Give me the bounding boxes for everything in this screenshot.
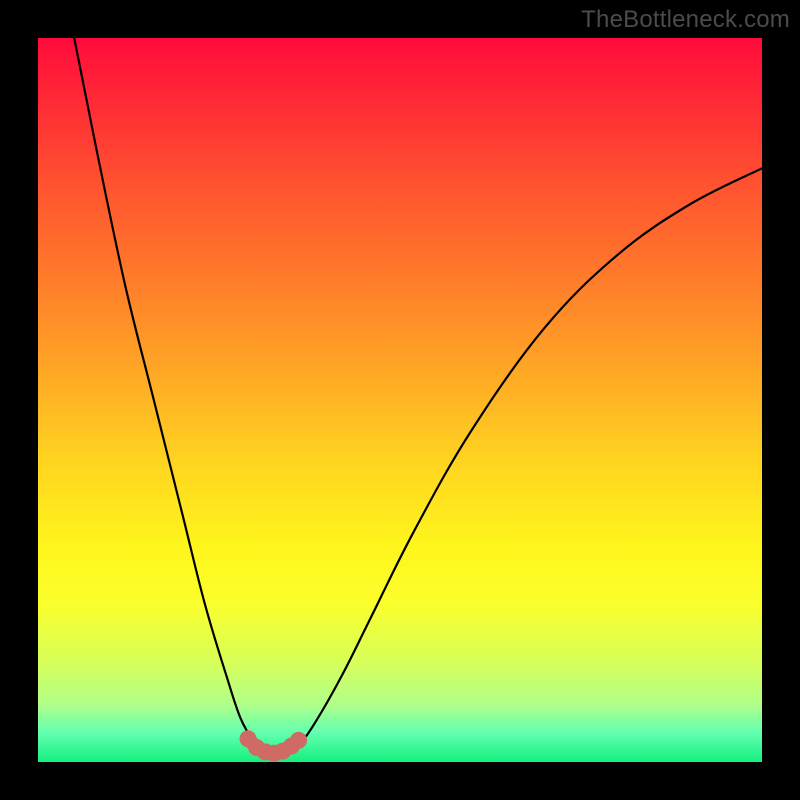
curve-svg — [38, 38, 762, 762]
optimal-bead — [290, 732, 307, 749]
chart-frame: TheBottleneck.com — [0, 0, 800, 800]
optimal-beads-group — [240, 730, 308, 762]
watermark-text: TheBottleneck.com — [581, 6, 790, 34]
bottleneck-curve — [74, 38, 762, 753]
plot-area — [38, 38, 762, 762]
